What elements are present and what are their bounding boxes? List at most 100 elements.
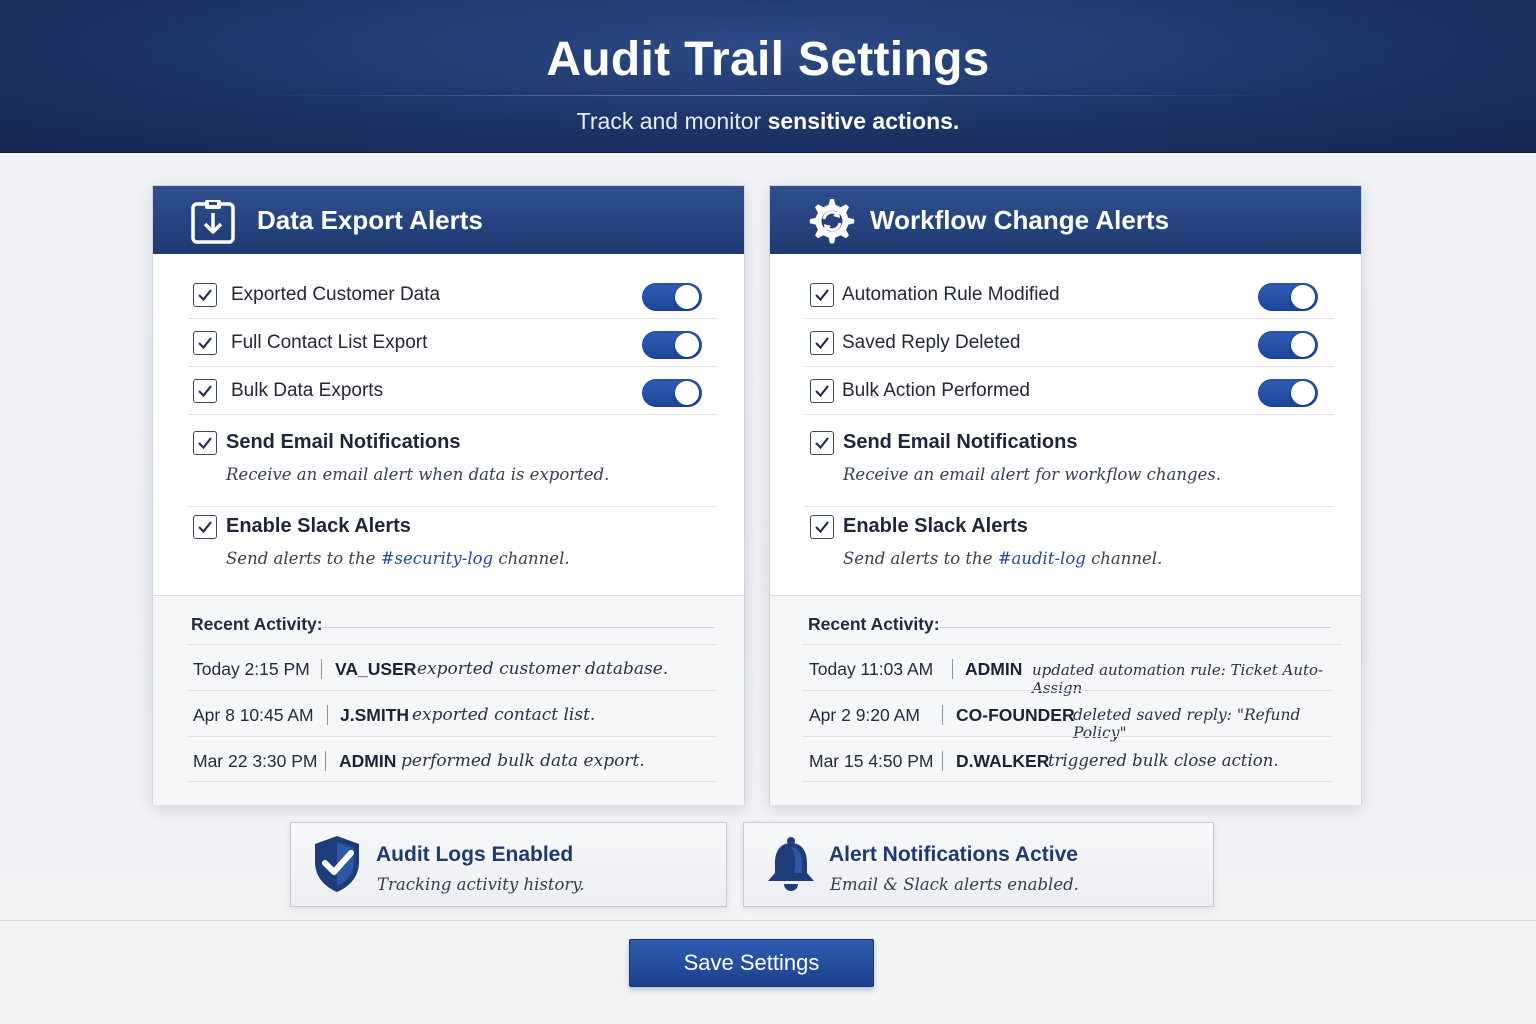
option-description: Receive an email alert when data is expo… bbox=[226, 465, 610, 484]
enable-slack-alerts-option: Enable Slack Alerts Send alerts to the #… bbox=[187, 507, 717, 591]
alert-notifications-status-card: Alert Notifications Active Email & Slack… bbox=[743, 822, 1214, 907]
enable-slack-alerts-option: Enable Slack Alerts Send alerts to the #… bbox=[804, 507, 1334, 591]
page-header: Audit Trail Settings Track and monitor s… bbox=[0, 0, 1536, 153]
activity-row: Mar 22 3:30 PM ADMIN performed bulk data… bbox=[187, 736, 717, 782]
send-email-notifications-option: Send Email Notifications Receive an emai… bbox=[804, 423, 1334, 507]
activity-row: Apr 8 10:45 AM J.SMITH exported contact … bbox=[187, 690, 717, 736]
activity-divider bbox=[323, 627, 714, 628]
bulk-action-performed-checkbox[interactable] bbox=[810, 379, 834, 403]
recent-activity-heading: Recent Activity: bbox=[191, 614, 323, 634]
check-icon bbox=[815, 337, 829, 350]
activity-user: ADMIN bbox=[965, 659, 1023, 679]
panel-title: Data Export Alerts bbox=[257, 205, 483, 235]
separator bbox=[321, 659, 322, 679]
subtitle-text: Track and monitor bbox=[576, 108, 762, 134]
separator bbox=[952, 659, 953, 679]
slack-desc-prefix: Send alerts to the bbox=[843, 549, 993, 568]
check-icon bbox=[815, 289, 829, 302]
automation-rule-modified-toggle[interactable] bbox=[1258, 283, 1318, 311]
automation-rule-modified-checkbox[interactable] bbox=[810, 283, 834, 307]
activity-row: Today 2:15 PM VA_USER exported customer … bbox=[187, 644, 717, 690]
audit-logs-status-card: Audit Logs Enabled Tracking activity his… bbox=[290, 822, 727, 907]
option-title: Enable Slack Alerts bbox=[226, 515, 411, 537]
data-export-alerts-panel: Data Export Alerts Exported Customer Dat… bbox=[152, 185, 745, 805]
toggle-knob bbox=[1291, 285, 1315, 309]
bulk-data-exports-toggle[interactable] bbox=[642, 379, 702, 407]
activity-time: Apr 8 10:45 AM bbox=[193, 705, 314, 725]
status-description: Email & Slack alerts enabled. bbox=[830, 875, 1079, 894]
subtitle-emphasis: sensitive actions. bbox=[767, 108, 960, 134]
recent-activity-section: Recent Activity: Today 11:03 AM ADMIN up… bbox=[770, 595, 1361, 805]
alert-label: Exported Customer Data bbox=[231, 284, 441, 305]
alert-label: Bulk Action Performed bbox=[842, 380, 1030, 401]
status-title: Audit Logs Enabled bbox=[376, 843, 574, 866]
alert-label: Saved Reply Deleted bbox=[842, 332, 1021, 353]
check-icon bbox=[198, 437, 212, 450]
option-title: Send Email Notifications bbox=[226, 431, 461, 453]
panel-header: Data Export Alerts bbox=[153, 186, 744, 254]
save-settings-button[interactable]: Save Settings bbox=[629, 939, 874, 987]
saved-reply-deleted-toggle[interactable] bbox=[1258, 331, 1318, 359]
alert-row-full-contact-list-export: Full Contact List Export bbox=[187, 319, 717, 367]
check-icon bbox=[815, 437, 829, 450]
separator bbox=[942, 751, 943, 771]
option-title: Enable Slack Alerts bbox=[843, 515, 1028, 537]
exported-customer-data-toggle[interactable] bbox=[642, 283, 702, 311]
activity-action: performed bulk data export. bbox=[401, 751, 645, 771]
activity-time: Today 11:03 AM bbox=[809, 659, 934, 679]
slack-channel-link[interactable]: #audit-log bbox=[998, 549, 1086, 568]
panel-header: Workflow Change Alerts bbox=[770, 186, 1361, 254]
activity-row: Today 11:03 AM ADMIN updated automation … bbox=[802, 644, 1342, 697]
activity-user: CO-FOUNDER bbox=[956, 705, 1075, 725]
separator bbox=[327, 705, 328, 725]
page-subtitle: Track and monitor sensitive actions. bbox=[0, 108, 1536, 135]
bulk-action-performed-toggle[interactable] bbox=[1258, 379, 1318, 407]
check-icon bbox=[198, 289, 212, 302]
alert-row-exported-customer-data: Exported Customer Data bbox=[187, 271, 717, 319]
bulk-data-exports-checkbox[interactable] bbox=[193, 379, 217, 403]
exported-customer-data-checkbox[interactable] bbox=[193, 283, 217, 307]
enable-slack-alerts-checkbox[interactable] bbox=[193, 515, 217, 539]
saved-reply-deleted-checkbox[interactable] bbox=[810, 331, 834, 355]
workflow-change-alerts-panel: Workflow Change Alerts Automation Rule M… bbox=[769, 185, 1362, 805]
activity-user: VA_USER bbox=[335, 659, 417, 679]
alert-row-automation-rule-modified: Automation Rule Modified bbox=[804, 271, 1334, 319]
activity-action: exported customer database. bbox=[417, 659, 669, 679]
separator bbox=[942, 705, 943, 725]
activity-user: ADMIN bbox=[339, 751, 397, 771]
slack-channel-link[interactable]: #security-log bbox=[381, 549, 493, 568]
separator bbox=[325, 751, 326, 771]
enable-slack-alerts-checkbox[interactable] bbox=[810, 515, 834, 539]
alert-label: Automation Rule Modified bbox=[842, 284, 1060, 305]
toggle-knob bbox=[675, 333, 699, 357]
send-email-notifications-checkbox[interactable] bbox=[810, 431, 834, 455]
alert-row-saved-reply-deleted: Saved Reply Deleted bbox=[804, 319, 1334, 367]
activity-time: Mar 15 4:50 PM bbox=[809, 751, 934, 771]
slack-desc-prefix: Send alerts to the bbox=[226, 549, 376, 568]
option-description: Send alerts to the #security-log channel… bbox=[226, 549, 570, 568]
activity-action: triggered bulk close action. bbox=[1048, 751, 1279, 770]
alert-label: Bulk Data Exports bbox=[231, 380, 384, 401]
check-icon bbox=[198, 385, 212, 398]
send-email-notifications-option: Send Email Notifications Receive an emai… bbox=[187, 423, 717, 507]
slack-desc-suffix: channel. bbox=[498, 549, 570, 568]
toggle-knob bbox=[1291, 333, 1315, 357]
activity-time: Apr 2 9:20 AM bbox=[809, 705, 920, 725]
full-contact-list-export-toggle[interactable] bbox=[642, 331, 702, 359]
activity-time: Mar 22 3:30 PM bbox=[193, 751, 318, 771]
toggle-knob bbox=[1291, 381, 1315, 405]
activity-row: Mar 15 4:50 PM D.WALKER triggered bulk c… bbox=[802, 736, 1332, 782]
toggle-knob bbox=[675, 285, 699, 309]
alert-row-bulk-action-performed: Bulk Action Performed bbox=[804, 367, 1334, 415]
full-contact-list-export-checkbox[interactable] bbox=[193, 331, 217, 355]
send-email-notifications-checkbox[interactable] bbox=[193, 431, 217, 455]
toggle-knob bbox=[675, 381, 699, 405]
activity-divider bbox=[940, 627, 1331, 628]
shield-check-icon bbox=[315, 836, 359, 892]
activity-user: J.SMITH bbox=[340, 705, 410, 725]
header-divider bbox=[250, 95, 1286, 96]
bell-icon bbox=[768, 837, 814, 891]
footer-divider bbox=[0, 920, 1536, 921]
check-icon bbox=[815, 385, 829, 398]
status-title: Alert Notifications Active bbox=[829, 843, 1078, 866]
